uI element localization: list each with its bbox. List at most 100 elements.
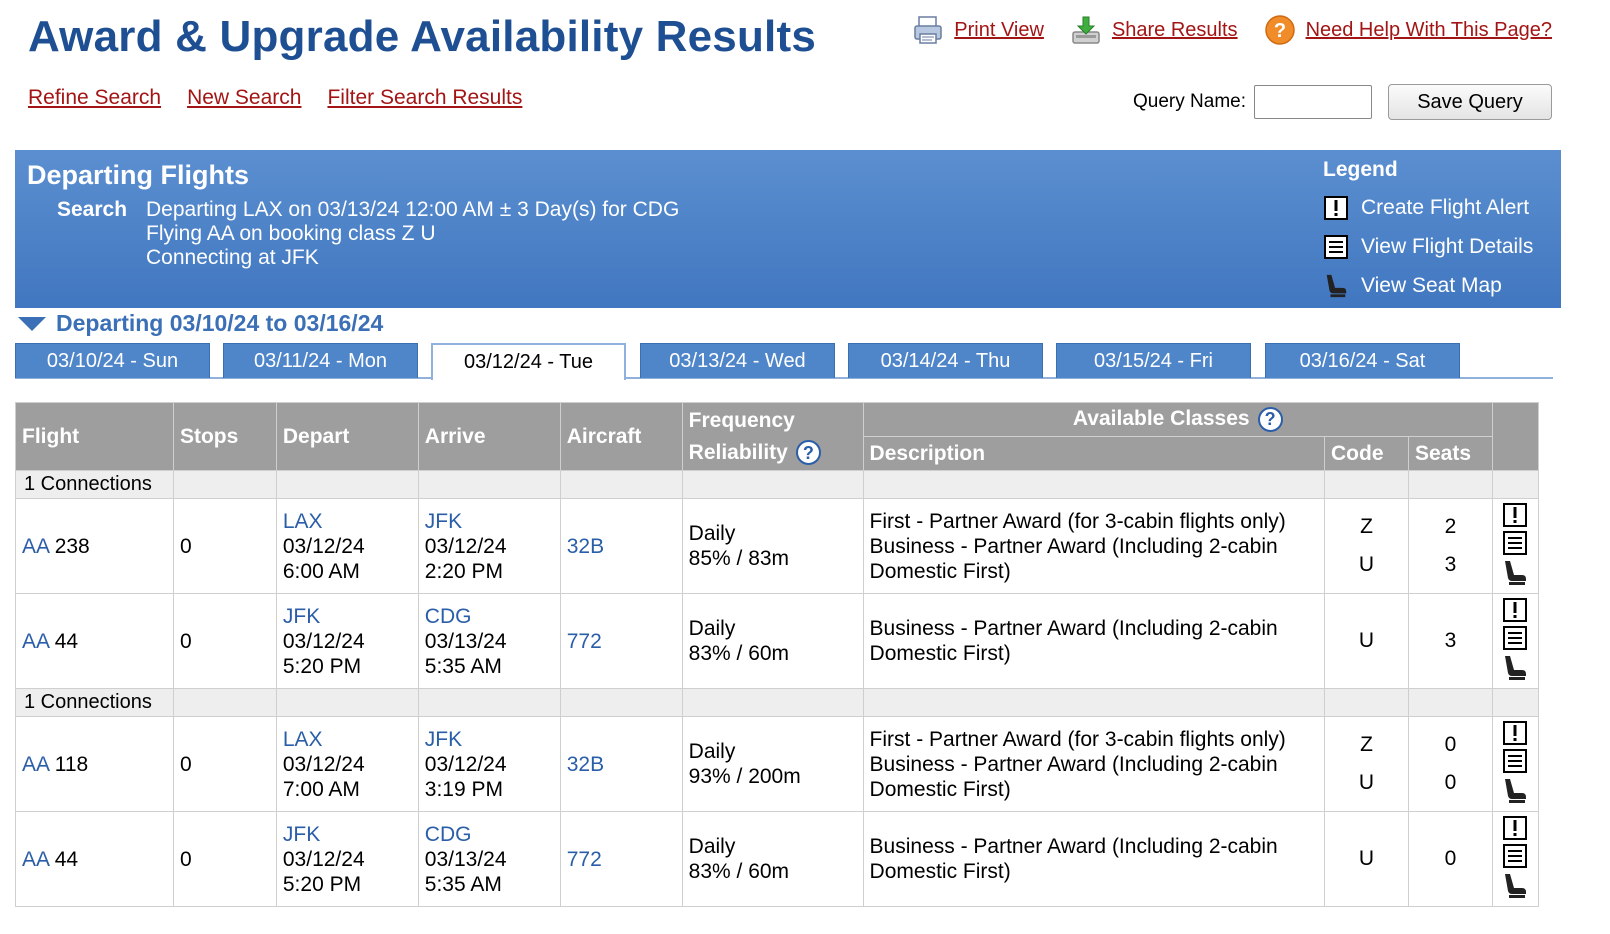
flight-alert-icon[interactable] <box>1503 598 1528 622</box>
frequency-value: Daily <box>688 617 736 640</box>
flight-number: 118 <box>54 752 89 776</box>
connection-label: 1 Connections <box>15 470 174 499</box>
print-icon <box>914 16 943 44</box>
seat-map-icon[interactable] <box>1501 777 1529 805</box>
stops-value: 0 <box>172 593 277 689</box>
query-name-input[interactable] <box>1254 85 1372 119</box>
arrive-cell: JFK 03/12/24 3:19 PM <box>417 716 561 812</box>
new-search-link[interactable]: New Search <box>187 86 301 110</box>
print-view-label[interactable]: Print View <box>954 19 1044 42</box>
stops-value: 0 <box>172 811 277 907</box>
banner-title: Departing Flights <box>27 160 249 190</box>
seat-map-icon[interactable] <box>1501 872 1529 900</box>
filter-results-link[interactable]: Filter Search Results <box>327 86 522 110</box>
frequency-cell: Daily 83% / 60m <box>681 593 864 689</box>
date-range-label: Departing 03/10/24 to 03/16/24 <box>56 310 384 336</box>
arrive-airport-link[interactable]: CDG <box>425 604 554 629</box>
arrive-airport-link[interactable]: JFK <box>425 727 554 752</box>
class-descriptions-cell: Business - Partner Award (Including 2-ca… <box>862 593 1326 689</box>
flight-details-icon[interactable] <box>1503 844 1528 868</box>
reliability-value: 83% / 60m <box>688 860 790 883</box>
seat-map-icon[interactable] <box>1501 559 1529 587</box>
classes-help-icon[interactable]: ? <box>1257 407 1283 432</box>
frequency-cell: Daily 85% / 83m <box>681 498 864 594</box>
flight-details-icon[interactable] <box>1503 749 1528 773</box>
help-icon: ? <box>1264 15 1295 45</box>
tab-03-16[interactable]: 03/16/24 - Sat <box>1265 343 1460 378</box>
class-seats-cell: 3 <box>1407 593 1493 689</box>
depart-airport-link[interactable]: JFK <box>283 604 412 629</box>
search-actions: Refine Search New Search Filter Search R… <box>28 86 522 110</box>
class-code: U <box>1358 629 1375 652</box>
search-label: Search <box>57 198 128 221</box>
class-code: U <box>1358 553 1375 576</box>
airline-link[interactable]: AA <box>22 630 49 653</box>
collapse-triangle-icon[interactable] <box>18 316 46 331</box>
flight-details-icon[interactable] <box>1503 531 1528 555</box>
class-description: First - Partner Award (for 3-cabin fligh… <box>869 509 1286 533</box>
depart-airport-link[interactable]: JFK <box>283 822 412 847</box>
depart-airport-link[interactable]: LAX <box>283 727 412 752</box>
tab-03-10[interactable]: 03/10/24 - Sun <box>15 343 210 378</box>
search-summary: Departing LAX on 03/13/24 12:00 AM ± 3 D… <box>146 198 679 270</box>
share-results-link[interactable]: Share Results <box>1070 14 1238 46</box>
flight-alert-icon[interactable] <box>1503 503 1528 527</box>
tab-03-12[interactable]: 03/12/24 - Tue <box>431 343 626 380</box>
date-range-toggle[interactable]: Departing 03/10/24 to 03/16/24 <box>18 310 383 337</box>
aircraft-link[interactable]: 32B <box>567 753 604 776</box>
class-code: U <box>1358 847 1375 870</box>
depart-date: 03/12/24 <box>282 629 365 653</box>
depart-airport-link[interactable]: LAX <box>283 509 412 534</box>
share-icon <box>1072 16 1100 44</box>
arrive-date: 03/12/24 <box>424 534 507 558</box>
refine-search-link[interactable]: Refine Search <box>28 86 161 110</box>
flight-details-icon[interactable] <box>1503 626 1528 650</box>
arrive-time: 5:35 AM <box>424 872 502 896</box>
tab-03-14[interactable]: 03/14/24 - Thu <box>848 343 1043 378</box>
class-codes-cell: U <box>1324 593 1409 689</box>
arrive-airport-link[interactable]: JFK <box>425 509 554 534</box>
connection-label: 1 Connections <box>15 688 174 717</box>
need-help-label[interactable]: Need Help With This Page? <box>1306 19 1552 42</box>
tab-03-13[interactable]: 03/13/24 - Wed <box>640 343 835 378</box>
arrive-time: 2:20 PM <box>424 559 504 583</box>
col-available-classes: Available Classes? <box>862 402 1493 437</box>
flight-row: AA 118 0 LAX 03/12/24 7:00 AM JFK 03/12/24 3:19… <box>15 716 1540 812</box>
aircraft-link[interactable]: 32B <box>567 535 604 558</box>
reliability-value: 85% / 83m <box>688 547 790 570</box>
col-stops: Stops <box>172 402 277 471</box>
class-seats-cell: 00 <box>1407 716 1493 812</box>
frequency-value: Daily <box>688 522 736 545</box>
aircraft-link[interactable]: 772 <box>567 848 602 871</box>
flight-alert-icon[interactable] <box>1503 721 1528 745</box>
airline-link[interactable]: AA <box>22 535 49 558</box>
seat-map-icon[interactable] <box>1501 654 1529 682</box>
reliability-value: 83% / 60m <box>688 642 790 665</box>
save-query-button[interactable]: Save Query <box>1388 84 1552 120</box>
print-view-link[interactable]: Print View <box>912 14 1044 46</box>
col-flight: Flight <box>15 402 174 471</box>
arrive-date: 03/13/24 <box>424 629 507 653</box>
class-seats-cell: 0 <box>1407 811 1493 907</box>
need-help-link[interactable]: ? Need Help With This Page? <box>1264 14 1552 46</box>
arrive-airport-link[interactable]: CDG <box>425 822 554 847</box>
airline-link[interactable]: AA <box>22 848 49 871</box>
stops-value: 0 <box>172 716 277 812</box>
flight-alert-icon[interactable] <box>1503 816 1528 840</box>
depart-cell: LAX 03/12/24 6:00 AM <box>275 498 419 594</box>
class-seats: 0 <box>1444 771 1457 794</box>
reliability-help-icon[interactable]: ? <box>795 440 821 466</box>
tab-03-15[interactable]: 03/15/24 - Fri <box>1056 343 1251 378</box>
search-line-route: Departing LAX on 03/13/24 12:00 AM ± 3 D… <box>146 198 680 221</box>
tab-03-11[interactable]: 03/11/24 - Mon <box>223 343 418 378</box>
frequency-value: Daily <box>688 835 736 858</box>
flight-actions-cell <box>1491 498 1540 594</box>
airline-link[interactable]: AA <box>22 753 49 776</box>
class-code: U <box>1358 771 1375 794</box>
legend-seat-map: View Seat Map <box>1323 266 1533 305</box>
flight-number: 44 <box>54 847 79 871</box>
share-results-label[interactable]: Share Results <box>1112 19 1238 42</box>
search-line-connection: Connecting at JFK <box>146 246 319 269</box>
aircraft-link[interactable]: 772 <box>567 630 602 653</box>
flight-number-cell: AA 118 <box>15 716 174 812</box>
